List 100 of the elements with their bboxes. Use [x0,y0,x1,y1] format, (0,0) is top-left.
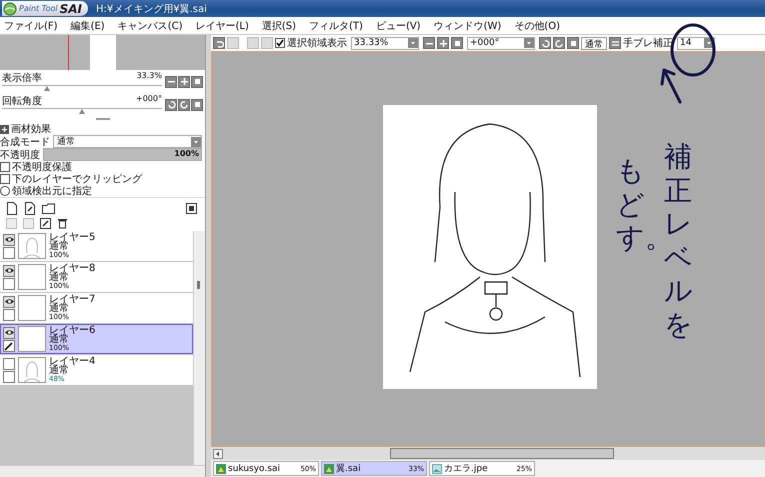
folder-icon[interactable] [42,203,55,214]
layer-thumbnail [18,264,46,290]
zoom-dropdown[interactable]: 33.33% [351,36,419,50]
menu-item[interactable]: 選択(S) [262,18,296,32]
brush-lock-toggle[interactable] [3,246,15,258]
opacity-slider[interactable]: 100% [43,148,202,161]
visibility-toggle[interactable] [3,264,15,276]
checkbox[interactable] [0,162,10,172]
reset-button[interactable] [567,37,579,49]
menu-item[interactable]: ビュー(V) [376,18,421,32]
checkbox[interactable] [275,38,285,48]
checkbox[interactable] [0,174,10,184]
layer-blend-mode: 通常 [49,272,70,282]
arrow-left-icon[interactable] [213,448,223,458]
brush-lock-toggle[interactable] [3,370,15,382]
vertical-scrollbar[interactable] [193,231,205,465]
layer-thumbnail [18,326,46,352]
slider-thumb[interactable] [44,86,50,91]
rotate-right-icon [554,38,564,48]
layer-blend-mode: 通常 [49,334,70,344]
rotate-left-icon [166,100,176,109]
checkbox-label: 下のレイヤーでクリッピング [12,173,142,186]
layer-thumbnail [18,357,46,383]
slider-value: +000° [136,94,162,105]
slider[interactable]: 回転角度 +000° [2,94,162,115]
new-layer-icon[interactable] [24,202,36,215]
rotate-right-button[interactable] [553,37,565,49]
zoom-in-button[interactable] [178,76,190,88]
layer-name: レイヤー4 [49,356,96,366]
undo-icon [214,38,224,48]
new-layer-icon[interactable] [6,202,18,215]
mode-button[interactable]: 通常 [581,36,607,50]
horizontal-scrollbar[interactable] [211,447,765,460]
field-label: 不透明度 [0,148,40,162]
stabilizer-dropdown[interactable]: 14 [677,36,715,50]
slider-thumb[interactable] [79,109,85,114]
file-name: 翼.sai [336,462,362,475]
undo-button[interactable] [213,37,225,49]
logo-text: SAI [60,2,82,16]
visibility-toggle[interactable] [3,296,15,308]
caret-icon [191,136,201,146]
document-icon [324,464,334,474]
brush-lock-toggle[interactable] [3,308,15,320]
brush-lock-toggle[interactable] [3,340,15,352]
slider[interactable]: 表示倍率 33.3% [2,71,162,92]
visibility-toggle[interactable] [3,234,15,246]
opacity-value: 100% [174,149,199,158]
visibility-toggle[interactable] [3,326,15,338]
reset-button[interactable] [451,37,463,49]
mask-icon[interactable] [186,203,197,214]
menu-item[interactable]: 編集(E) [70,18,105,32]
zoom-in-icon [180,77,188,86]
rotate-right-icon [180,100,188,109]
arrow-drawing [658,66,684,106]
file-name: カエラ.jpe [444,463,489,475]
menu-item[interactable]: フィルタ(T) [309,18,363,32]
brush-lock-toggle[interactable] [3,278,15,290]
menu-item[interactable]: ウィンドウ(W) [434,18,502,32]
scrollbar-thumb[interactable] [390,448,614,459]
dropdown-value: 33.33% [354,38,388,48]
blend-mode-dropdown[interactable]: 通常 [53,135,202,148]
menu-item[interactable]: レイヤー(L) [195,18,249,32]
zoom-out-button[interactable] [165,76,177,88]
slider-label: 表示倍率 [2,72,42,85]
section-label: 画材効果 [11,122,51,136]
handwritten-text: もどす。 [616,154,656,254]
layer-blend-mode: 通常 [49,304,70,312]
layer-name: レイヤー8 [49,264,96,272]
zoom-in-icon [438,38,448,48]
clear-layer-icon[interactable] [40,218,51,228]
rotate-left-button[interactable] [165,98,177,110]
logo-text: Paint Tool [19,4,58,13]
angle-dropdown[interactable]: +000° [467,36,535,50]
radio-button[interactable] [0,186,10,196]
flip-button[interactable] [609,37,621,49]
layer-blend-mode: 通常 [49,366,70,374]
layer-thumbnail [18,233,46,259]
reset-button[interactable] [191,76,203,88]
image-icon [432,464,442,474]
handwritten-text: 補正レベルを [664,140,694,342]
zoom-in-button[interactable] [437,37,449,49]
visibility-toggle[interactable] [3,358,15,370]
slider-value: 33.3% [136,71,162,82]
trash-icon[interactable] [57,217,68,229]
reset-button[interactable] [191,98,203,110]
menu-item[interactable]: その他(O) [514,18,560,32]
rotate-left-button[interactable] [539,37,551,49]
document-icon [216,464,226,474]
layer-thumbnail [18,295,46,321]
menu-item[interactable]: キャンバス(C) [118,18,182,32]
zoom-out-button[interactable] [423,37,435,49]
flip-icon [610,38,620,48]
reset-icon [452,38,462,48]
caret-icon [524,38,534,48]
menu-item[interactable]: ファイル(F) [4,18,58,32]
rotate-right-button[interactable] [178,98,190,110]
expand-icon[interactable] [0,124,9,134]
field-label: 合成モード [0,136,50,148]
scrollbar-thumb[interactable] [197,281,200,289]
horizontal-scrollbar[interactable] [0,465,205,477]
